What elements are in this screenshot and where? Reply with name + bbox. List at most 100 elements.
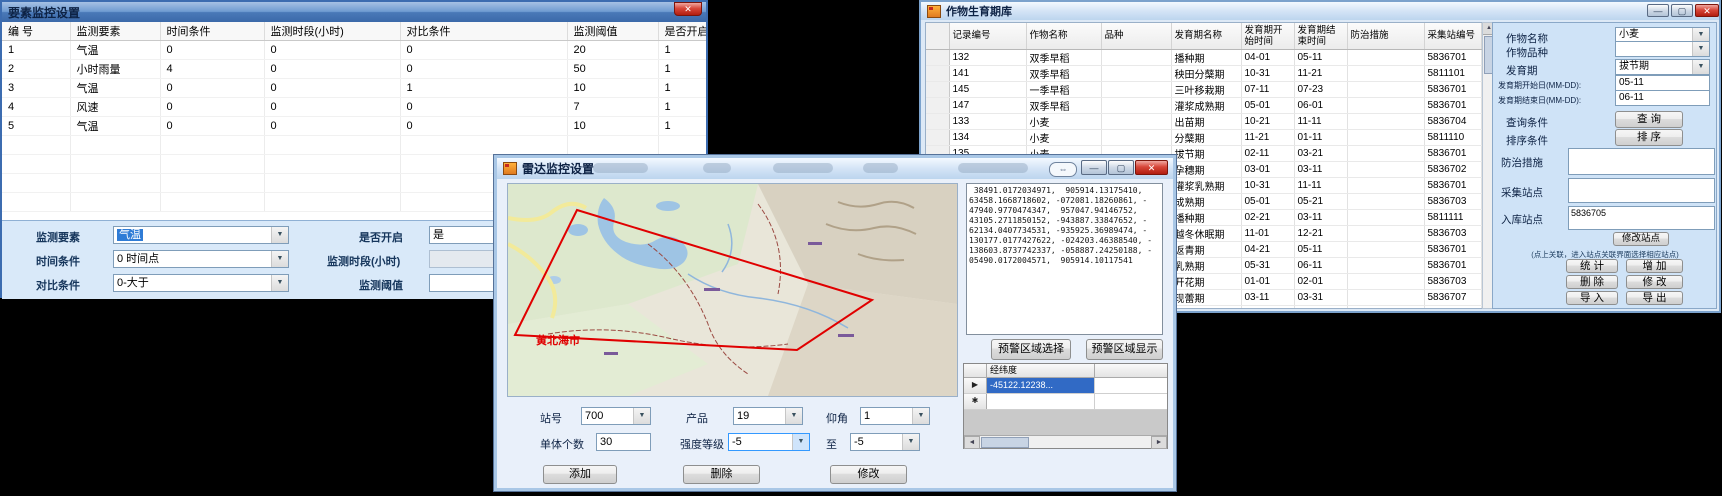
elevation-combo[interactable]: 1 ▼ — [860, 407, 930, 425]
col-stage-end[interactable]: 发育期结束时间 — [1294, 23, 1347, 49]
close-icon[interactable]: ✕ — [1695, 4, 1719, 17]
dropdown-icon[interactable]: ▼ — [271, 251, 288, 267]
cell — [264, 173, 400, 192]
col-record-id[interactable]: 记录编号 — [949, 23, 1026, 49]
select-region-button[interactable]: 预警区域选择 — [991, 339, 1071, 360]
table-row[interactable]: 3气温001101 — [2, 78, 706, 97]
minimize-button[interactable]: — — [1647, 4, 1669, 17]
region-coordinates-textarea[interactable]: 38491.0172034971, 905914.13175410, 63458… — [966, 183, 1163, 335]
table-row[interactable]: 145一季早稻三叶移栽期07-1107-235836701 — [926, 81, 1481, 97]
grid-horizontal-scrollbar[interactable]: ◄ ► — [964, 435, 1167, 448]
col-measures[interactable]: 防治措施 — [1347, 23, 1424, 49]
crop-variety-combo[interactable]: ▼ — [1615, 41, 1710, 57]
element-window-titlebar[interactable]: 要素监控设置 — [2, 2, 706, 22]
dropdown-icon[interactable]: ▼ — [271, 275, 288, 291]
dropdown-icon[interactable]: ▼ — [902, 434, 919, 450]
show-region-button[interactable]: 预警区域显示 — [1086, 339, 1163, 360]
modify-record-button[interactable]: 修 改 — [1626, 275, 1683, 289]
cell-count-input[interactable]: 30 — [596, 433, 651, 451]
table-row[interactable]: ▶ -45122.12238... — [964, 378, 1167, 394]
close-icon[interactable]: ✕ — [1135, 160, 1168, 175]
dropdown-icon[interactable]: ▼ — [1692, 60, 1709, 74]
warning-region-map[interactable]: 黄北海市 — [507, 183, 958, 397]
measures-textarea[interactable] — [1568, 148, 1715, 175]
time-condition-combo[interactable]: 0 时间点 ▼ — [113, 250, 289, 268]
table-row[interactable]: 132双季早稻播种期04-0105-115836701 — [926, 49, 1481, 65]
collect-station-textarea[interactable] — [1568, 178, 1715, 203]
delete-record-button[interactable]: 删 除 — [1566, 275, 1618, 289]
intensity-to-combo[interactable]: -5 ▼ — [850, 433, 920, 451]
cell: 灌浆成熟期 — [1171, 97, 1241, 113]
add-button[interactable]: 添加 — [543, 465, 617, 484]
minimize-button[interactable]: — — [1081, 160, 1107, 175]
table-row[interactable]: 134小麦分蘖期11-2101-115811110 — [926, 129, 1481, 145]
sort-button[interactable]: 排 序 — [1615, 129, 1683, 146]
dropdown-icon[interactable]: ▼ — [1692, 42, 1709, 56]
close-icon[interactable]: ✕ — [674, 2, 702, 16]
cell: 05-11 — [1294, 241, 1347, 257]
col-element[interactable]: 监测要素 — [70, 22, 160, 40]
cell — [1347, 145, 1424, 161]
add-record-button[interactable]: 增 加 — [1626, 259, 1683, 273]
stage-start-input[interactable]: 05-11 — [1615, 75, 1710, 91]
maximize-button[interactable]: ▢ — [1108, 160, 1134, 175]
col-crop-name[interactable]: 作物名称 — [1026, 23, 1101, 49]
stat-button[interactable]: 统 计 — [1566, 259, 1618, 273]
table-row[interactable]: 2小时雨量400501 — [2, 59, 706, 78]
col-stage-start[interactable]: 发育期开始时间 — [1241, 23, 1294, 49]
col-number[interactable]: 编 号 — [2, 22, 70, 40]
scroll-thumb[interactable] — [981, 437, 1029, 448]
cell: 0 — [264, 116, 400, 135]
cell: 1 — [2, 40, 70, 59]
delete-button[interactable]: 删除 — [683, 465, 760, 484]
table-row[interactable]: 5气温000101 — [2, 116, 706, 135]
cell: 03-11 — [1294, 209, 1347, 225]
compare-condition-combo[interactable]: 0-大于 ▼ — [113, 274, 289, 292]
scroll-right-icon[interactable]: ► — [1151, 436, 1167, 449]
cell: 5811111 — [1424, 209, 1481, 225]
dropdown-icon[interactable]: ▼ — [785, 408, 802, 424]
table-row[interactable]: 1气温000201 — [2, 40, 706, 59]
table-row[interactable]: 147双季早稻灌浆成熟期05-0106-015836701 — [926, 97, 1481, 113]
export-button[interactable]: 导 出 — [1626, 291, 1683, 305]
col-coordinates[interactable]: 经纬度 — [987, 364, 1095, 377]
cell: 0 — [160, 116, 264, 135]
table-row[interactable]: 133小麦出苗期10-2111-115836704 — [926, 113, 1481, 129]
col-time-condition[interactable]: 时间条件 — [160, 22, 264, 40]
stage-end-input[interactable]: 06-11 — [1615, 90, 1710, 106]
storage-station-textarea[interactable]: 5836705 — [1568, 206, 1715, 230]
col-variety[interactable]: 品种 — [1101, 23, 1171, 49]
cell: 5811101 — [1424, 65, 1481, 81]
new-row[interactable]: ✱ — [964, 394, 1167, 410]
cell: 拔节期 — [1171, 145, 1241, 161]
element-combo[interactable]: 气温 ▼ — [113, 226, 289, 244]
dropdown-icon[interactable]: ▼ — [1692, 28, 1709, 42]
product-combo[interactable]: 19 ▼ — [733, 407, 803, 425]
cell: 5836703 — [1424, 273, 1481, 289]
intensity-combo[interactable]: -5 ▼ — [728, 433, 810, 451]
col-stage-name[interactable]: 发育期名称 — [1171, 23, 1241, 49]
col-enabled[interactable]: 是否开启 — [658, 22, 706, 40]
modify-station-button[interactable]: 修改站点 — [1613, 232, 1669, 246]
stage-combo[interactable]: 拔节期 ▼ — [1615, 59, 1710, 75]
col-station-id[interactable]: 采集站编号 — [1424, 23, 1481, 49]
import-button[interactable]: 导 入 — [1566, 291, 1618, 305]
scroll-left-icon[interactable]: ◄ — [964, 436, 980, 449]
query-button[interactable]: 查 询 — [1615, 111, 1683, 128]
dropdown-icon[interactable]: ▼ — [792, 434, 809, 450]
maximize-button[interactable]: ▢ — [1671, 4, 1693, 17]
cell: 1 — [658, 78, 706, 97]
table-row[interactable]: 141双季早稻秧田分蘖期10-3111-215811101 — [926, 65, 1481, 81]
cell: 5836701 — [1424, 97, 1481, 113]
col-compare[interactable]: 对比条件 — [400, 22, 567, 40]
dropdown-icon[interactable]: ▼ — [271, 227, 288, 243]
dropdown-icon[interactable]: ▼ — [633, 408, 650, 424]
table-row[interactable]: 4风速00071 — [2, 97, 706, 116]
col-period[interactable]: 监测时段(小时) — [264, 22, 400, 40]
resize-handle-button[interactable]: ⇔ — [1049, 162, 1077, 177]
modify-button[interactable]: 修改 — [830, 465, 907, 484]
crop-window-titlebar[interactable]: 作物生育期库 — [921, 2, 1719, 20]
dropdown-icon[interactable]: ▼ — [912, 408, 929, 424]
col-threshold[interactable]: 监测阈值 — [567, 22, 658, 40]
station-combo[interactable]: 700 ▼ — [581, 407, 651, 425]
